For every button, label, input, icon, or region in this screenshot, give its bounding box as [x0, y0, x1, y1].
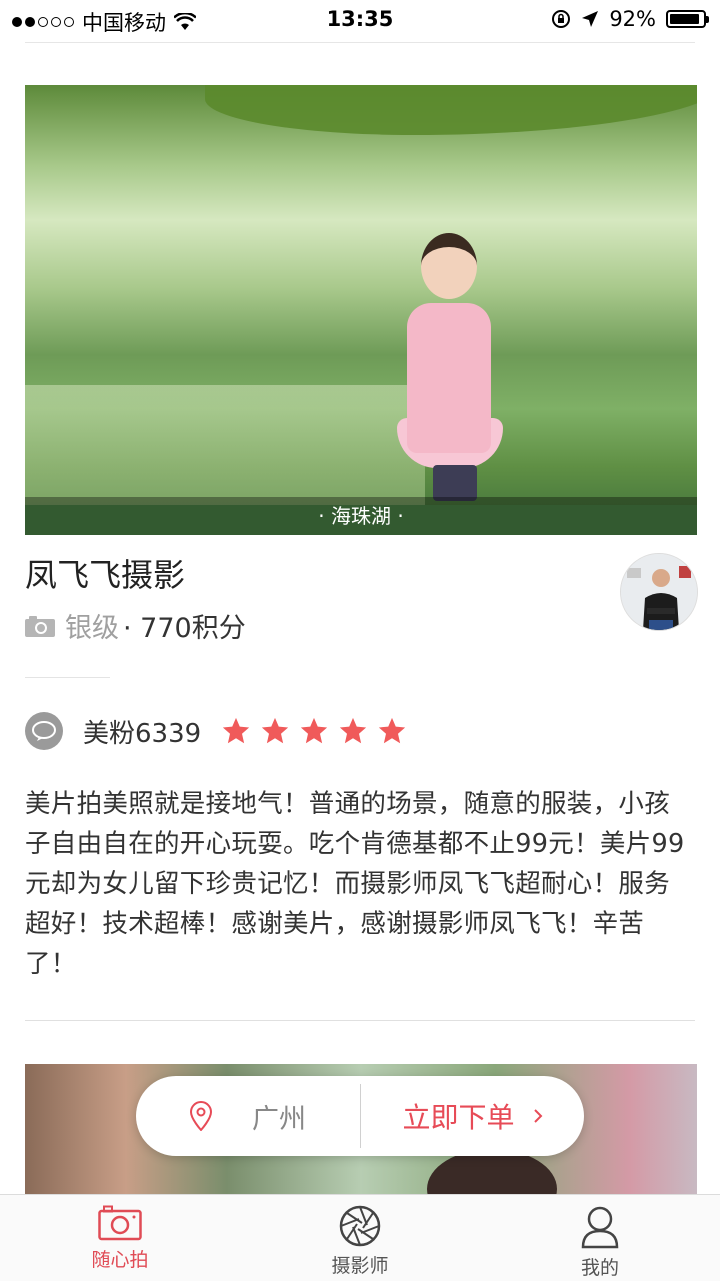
- foreground-leaf: [205, 85, 697, 135]
- girl-figure: [393, 233, 513, 503]
- order-now-label: 立即下单: [402, 1101, 515, 1134]
- rating-stars: [221, 716, 407, 746]
- star-icon: [223, 717, 250, 744]
- reviewer-name: 美粉6339: [83, 718, 202, 749]
- photographer-rank: 银级 · 770积分: [25, 606, 246, 645]
- section-divider: [25, 677, 110, 678]
- star-icon: [379, 717, 406, 744]
- tab-label: 随心拍: [91, 1249, 149, 1271]
- location-pin-icon: [190, 1101, 212, 1131]
- order-now-button[interactable]: 立即下单: [361, 1096, 584, 1136]
- tab-label: 摄影师: [331, 1255, 389, 1277]
- camera-icon: [25, 615, 55, 637]
- comment-icon: [25, 712, 63, 750]
- order-bar: 广州 立即下单: [136, 1076, 584, 1156]
- photographer-name[interactable]: 凤飞飞摄影: [25, 550, 185, 596]
- star-icon: [262, 717, 289, 744]
- location-arrow-icon: [582, 11, 599, 27]
- rotation-lock-icon: [552, 10, 571, 28]
- star-icon: [340, 717, 367, 744]
- camera-icon: [98, 1205, 142, 1241]
- tab-bar: 随心拍 摄影师 我的: [0, 1194, 720, 1281]
- tab-photographers[interactable]: 摄影师: [240, 1195, 480, 1281]
- aperture-icon: [339, 1205, 381, 1247]
- battery-icon: [666, 10, 709, 28]
- chevron-right-icon: [533, 1109, 542, 1123]
- tab-me[interactable]: 我的: [480, 1195, 720, 1281]
- status-right: 92%: [551, 7, 709, 31]
- user-icon: [581, 1206, 619, 1249]
- city-label: 广州: [252, 1103, 306, 1135]
- portrait-hair: [427, 1149, 557, 1198]
- battery-percent: 92%: [609, 7, 656, 31]
- top-divider: [25, 42, 695, 43]
- rank-points: · 770积分: [123, 613, 246, 644]
- hero-photo[interactable]: · 海珠湖 ·: [25, 85, 697, 535]
- review-text: 美片拍美照就是接地气！普通的场景，随意的服装，小孩子自由自在的开心玩耍。吃个肯德…: [25, 789, 685, 979]
- tab-shoot[interactable]: 随心拍: [0, 1195, 240, 1281]
- star-icon: [301, 717, 328, 744]
- status-bar: 中国移动 13:35 92%: [0, 0, 720, 40]
- lake-water: [25, 385, 425, 505]
- tab-label: 我的: [580, 1257, 619, 1279]
- rank-level: 银级: [65, 613, 119, 644]
- review-header: 美粉6339: [25, 712, 407, 750]
- avatar[interactable]: [620, 553, 698, 631]
- review-divider: [25, 1020, 695, 1021]
- photo-location-caption: · 海珠湖 ·: [25, 497, 697, 535]
- city-selector[interactable]: 广州: [136, 1097, 360, 1136]
